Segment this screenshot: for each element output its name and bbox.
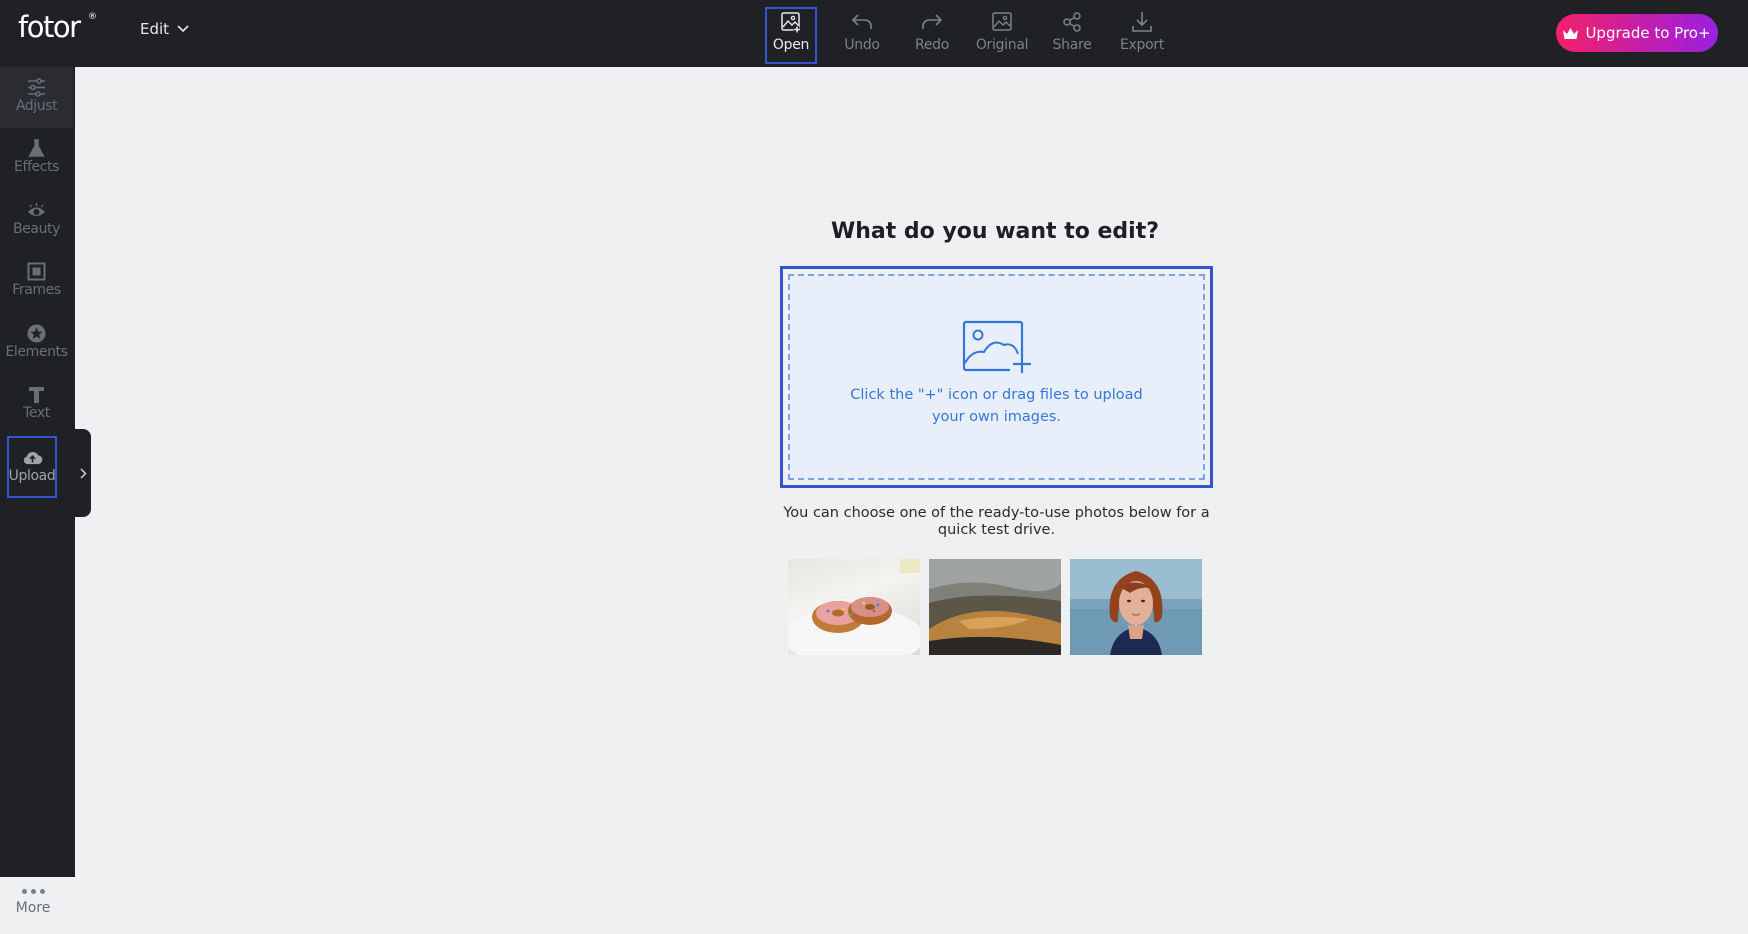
sidebar-item-frames[interactable]: Frames xyxy=(0,251,73,312)
open-image-icon xyxy=(781,12,801,33)
sidebar-item-upload[interactable]: Upload xyxy=(7,436,57,498)
undo-icon xyxy=(851,14,872,29)
flask-icon xyxy=(28,139,45,157)
sidebar-item-beauty[interactable]: Beauty xyxy=(0,190,73,251)
sidebar-item-label: Adjust xyxy=(15,98,58,114)
open-label: Open xyxy=(772,37,810,53)
original-label: Original xyxy=(975,37,1029,53)
fotor-logo[interactable]: fotor xyxy=(18,10,81,44)
cloud-upload-icon xyxy=(23,452,42,465)
share-button[interactable]: Share xyxy=(1046,8,1098,64)
open-button[interactable]: Open xyxy=(765,7,817,64)
more-label: More xyxy=(15,900,51,916)
crown-icon xyxy=(1563,27,1579,39)
donuts-image xyxy=(788,559,920,655)
sidebar-item-label: Frames xyxy=(12,282,61,298)
star-icon xyxy=(27,324,46,343)
upgrade-button[interactable]: Upgrade to Pro+ xyxy=(1556,14,1718,52)
sliders-icon xyxy=(28,78,45,97)
sidebar-item-label: Effects xyxy=(14,159,59,175)
upload-dropzone[interactable]: Click the "+" icon or drag files to uplo… xyxy=(780,266,1213,488)
landscape-image xyxy=(929,559,1061,655)
chevron-down-icon xyxy=(177,25,189,33)
eye-icon xyxy=(28,203,45,216)
export-label: Export xyxy=(1119,37,1165,53)
redo-label: Redo xyxy=(915,37,949,53)
redo-button[interactable]: Redo xyxy=(906,8,958,64)
add-image-icon[interactable] xyxy=(962,320,1032,374)
redo-icon xyxy=(922,14,943,29)
sidebar-item-text[interactable]: Text xyxy=(0,374,73,435)
edit-menu[interactable]: Edit xyxy=(140,20,189,38)
sidebar-item-label: Beauty xyxy=(12,221,61,237)
share-icon xyxy=(1063,12,1081,32)
undo-label: Undo xyxy=(844,37,880,53)
dropzone-inner: Click the "+" icon or drag files to uplo… xyxy=(788,274,1205,480)
sidebar-item-label: Elements xyxy=(5,344,68,360)
more-button[interactable]: More xyxy=(0,889,66,934)
download-icon xyxy=(1132,12,1152,32)
sample-hint-text: You can choose one of the ready-to-use p… xyxy=(783,505,1210,538)
undo-button[interactable]: Undo xyxy=(836,8,888,64)
share-label: Share xyxy=(1052,37,1092,53)
text-icon xyxy=(29,387,44,403)
original-button[interactable]: Original xyxy=(975,8,1029,64)
top-bar: fotor ® Edit Open Undo Redo Original Sha… xyxy=(0,0,1748,67)
image-icon xyxy=(992,12,1012,31)
upgrade-label: Upgrade to Pro+ xyxy=(1585,24,1711,42)
dropzone-text: Click the "+" icon or drag files to uplo… xyxy=(850,387,1143,425)
portrait-image xyxy=(1070,559,1202,655)
sample-photo-portrait[interactable] xyxy=(1070,559,1202,655)
sidebar-collapse-toggle[interactable] xyxy=(75,429,91,517)
more-dots-icon xyxy=(21,889,45,894)
sample-photo-donuts[interactable] xyxy=(788,559,920,655)
page-title: What do you want to edit? xyxy=(830,219,1160,244)
sidebar-item-effects[interactable]: Effects xyxy=(0,128,73,189)
export-button[interactable]: Export xyxy=(1116,8,1168,64)
edit-menu-label: Edit xyxy=(140,20,170,38)
sample-photo-landscape[interactable] xyxy=(929,559,1061,655)
sidebar-item-adjust[interactable]: Adjust xyxy=(0,67,73,128)
sidebar-item-label: Upload xyxy=(8,468,56,484)
sidebar-item-elements[interactable]: Elements xyxy=(0,313,73,374)
sidebar: Adjust Effects Beauty Frames Elements Te… xyxy=(0,67,75,916)
sidebar-item-label: Text xyxy=(23,405,50,421)
frame-icon xyxy=(27,262,46,281)
registered-mark: ® xyxy=(88,12,97,22)
chevron-right-icon xyxy=(79,467,87,479)
